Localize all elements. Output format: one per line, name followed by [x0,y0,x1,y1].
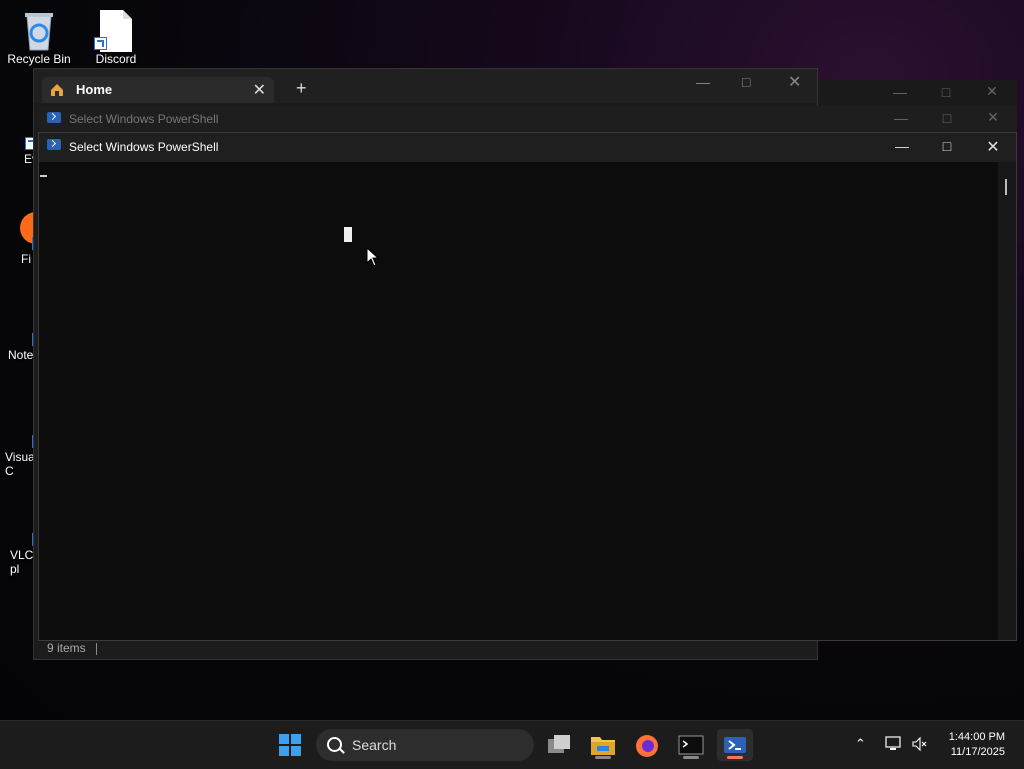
status-bar: 9 items [47,641,97,655]
powershell-window-background[interactable]: Select Windows PowerShell — □ ✕ [39,106,1017,132]
taskbar-terminal[interactable] [675,729,707,761]
taskbar-task-view[interactable] [543,729,575,761]
close-icon[interactable]: ✕ [973,137,1013,157]
clock-date: 11/17/2025 [950,746,1005,758]
running-indicator [683,756,699,759]
search-box[interactable]: Search [316,729,534,761]
desktop-icon-recycle-bin[interactable]: Recycle Bin [1,8,77,66]
network-icon[interactable] [885,736,903,755]
tab-title: Home [76,82,113,97]
maximize-icon[interactable]: □ [927,110,967,126]
vscode-icon [0,406,50,448]
powershell-window: Select Windows PowerShell — □ ✕ [38,132,1017,641]
console-area[interactable] [39,162,998,640]
window-title: Select Windows PowerShell [69,112,219,126]
scrollbar[interactable] [998,162,1016,640]
running-indicator [595,756,611,759]
scrollbar-thumb[interactable] [1005,179,1007,195]
notepad-icon [0,304,52,346]
minimize-icon[interactable]: — [880,84,920,100]
search-label: Search [352,737,397,753]
background-window-titlebar: — □ ✕ [818,80,1017,106]
running-indicator [727,756,743,759]
close-tab-icon[interactable]: ✕ [253,80,266,100]
maximize-icon[interactable]: □ [926,84,966,100]
recycle-bin-icon [19,8,59,51]
vlc-icon [0,504,45,546]
shortcut-arrow-icon [94,37,107,50]
minimize-icon[interactable]: — [882,138,922,154]
powershell-icon [47,112,61,123]
volume-muted-icon[interactable] [911,736,929,755]
status-separator [95,642,97,655]
clock-time: 1:44:00 PM [948,731,1005,743]
start-button[interactable] [274,729,306,761]
desktop-icon-label: Recycle Bin [7,52,71,66]
file-icon [94,8,136,52]
firefox-icon [0,208,52,250]
text-cursor [40,175,47,177]
firefox-icon [636,735,658,757]
close-icon[interactable]: ✕ [972,83,1012,100]
taskbar-firefox[interactable] [631,729,663,761]
close-icon[interactable]: ✕ [788,72,801,92]
chevron-up-icon[interactable]: ⌃ [855,736,866,752]
minimize-icon[interactable]: — [696,74,710,90]
windows-logo-icon [279,734,301,756]
minimize-icon[interactable]: — [881,110,921,126]
window-title: Select Windows PowerShell [69,140,219,154]
powershell-icon [47,139,61,150]
desktop-icon-discord[interactable]: Discord [78,8,154,66]
maximize-icon[interactable]: □ [742,74,750,90]
app-icon [0,108,38,150]
system-clock[interactable]: 1:44:00 PM 11/17/2025 [949,730,1005,760]
taskbar: Search ⌃ 1:44:00 PM 11/17/2025 [0,720,1024,769]
selection-cursor [344,227,352,242]
taskbar-file-explorer[interactable] [587,729,619,761]
explorer-tab-bar: Home ✕ + — □ ✕ [34,69,817,103]
search-icon [327,737,342,752]
task-view-icon [548,735,570,753]
item-count: 9 items [47,641,86,655]
powershell-titlebar[interactable]: Select Windows PowerShell — □ ✕ [39,133,1016,162]
desktop-icon-label: Discord [95,52,137,66]
home-icon [50,83,64,97]
maximize-icon[interactable]: □ [927,138,967,154]
close-icon[interactable]: ✕ [973,109,1013,126]
taskbar-powershell[interactable] [717,729,753,761]
tab-home[interactable]: Home ✕ [42,77,274,103]
new-tab-icon[interactable]: + [296,78,307,99]
